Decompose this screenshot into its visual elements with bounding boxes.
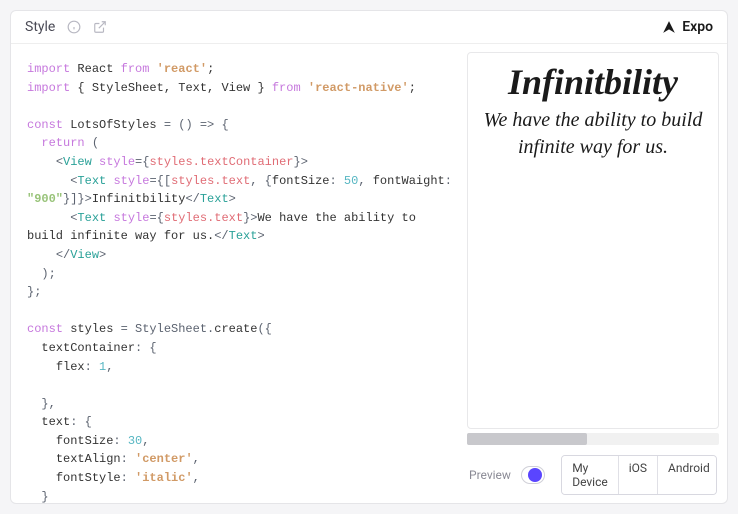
brand-logo[interactable]: Expo: [662, 19, 713, 35]
preview-viewport: Infinitbility We have the ability to bui…: [467, 52, 719, 429]
panel-title: Style: [25, 19, 55, 35]
code-editor[interactable]: import React from 'react'; import { Styl…: [11, 44, 459, 503]
tab-mydevice[interactable]: My Device: [562, 456, 619, 494]
platform-tabs: My Device iOS Android Web: [561, 455, 717, 495]
scrollbar-thumb[interactable]: [467, 433, 587, 445]
preview-panel: Infinitbility We have the ability to bui…: [459, 44, 727, 503]
app-window: Style Expo import React from 'react'; im…: [10, 10, 728, 504]
toggle-knob: [528, 468, 542, 482]
preview-toggle[interactable]: [521, 466, 545, 484]
horizontal-scrollbar[interactable]: [467, 433, 719, 445]
tab-android[interactable]: Android: [658, 456, 717, 494]
main-area: import React from 'react'; import { Styl…: [11, 44, 727, 503]
preview-footer: Preview My Device iOS Android Web: [459, 449, 727, 503]
brand-label: Expo: [682, 19, 713, 35]
info-icon[interactable]: [67, 20, 81, 34]
kw-import: import: [27, 62, 70, 76]
tab-ios[interactable]: iOS: [619, 456, 658, 494]
preview-subtitle: We have the ability to build infinite wa…: [476, 107, 710, 161]
preview-label: Preview: [469, 468, 511, 482]
external-link-icon[interactable]: [93, 20, 107, 34]
preview-title: Infinitbility: [476, 63, 710, 103]
header-bar: Style Expo: [11, 11, 727, 44]
